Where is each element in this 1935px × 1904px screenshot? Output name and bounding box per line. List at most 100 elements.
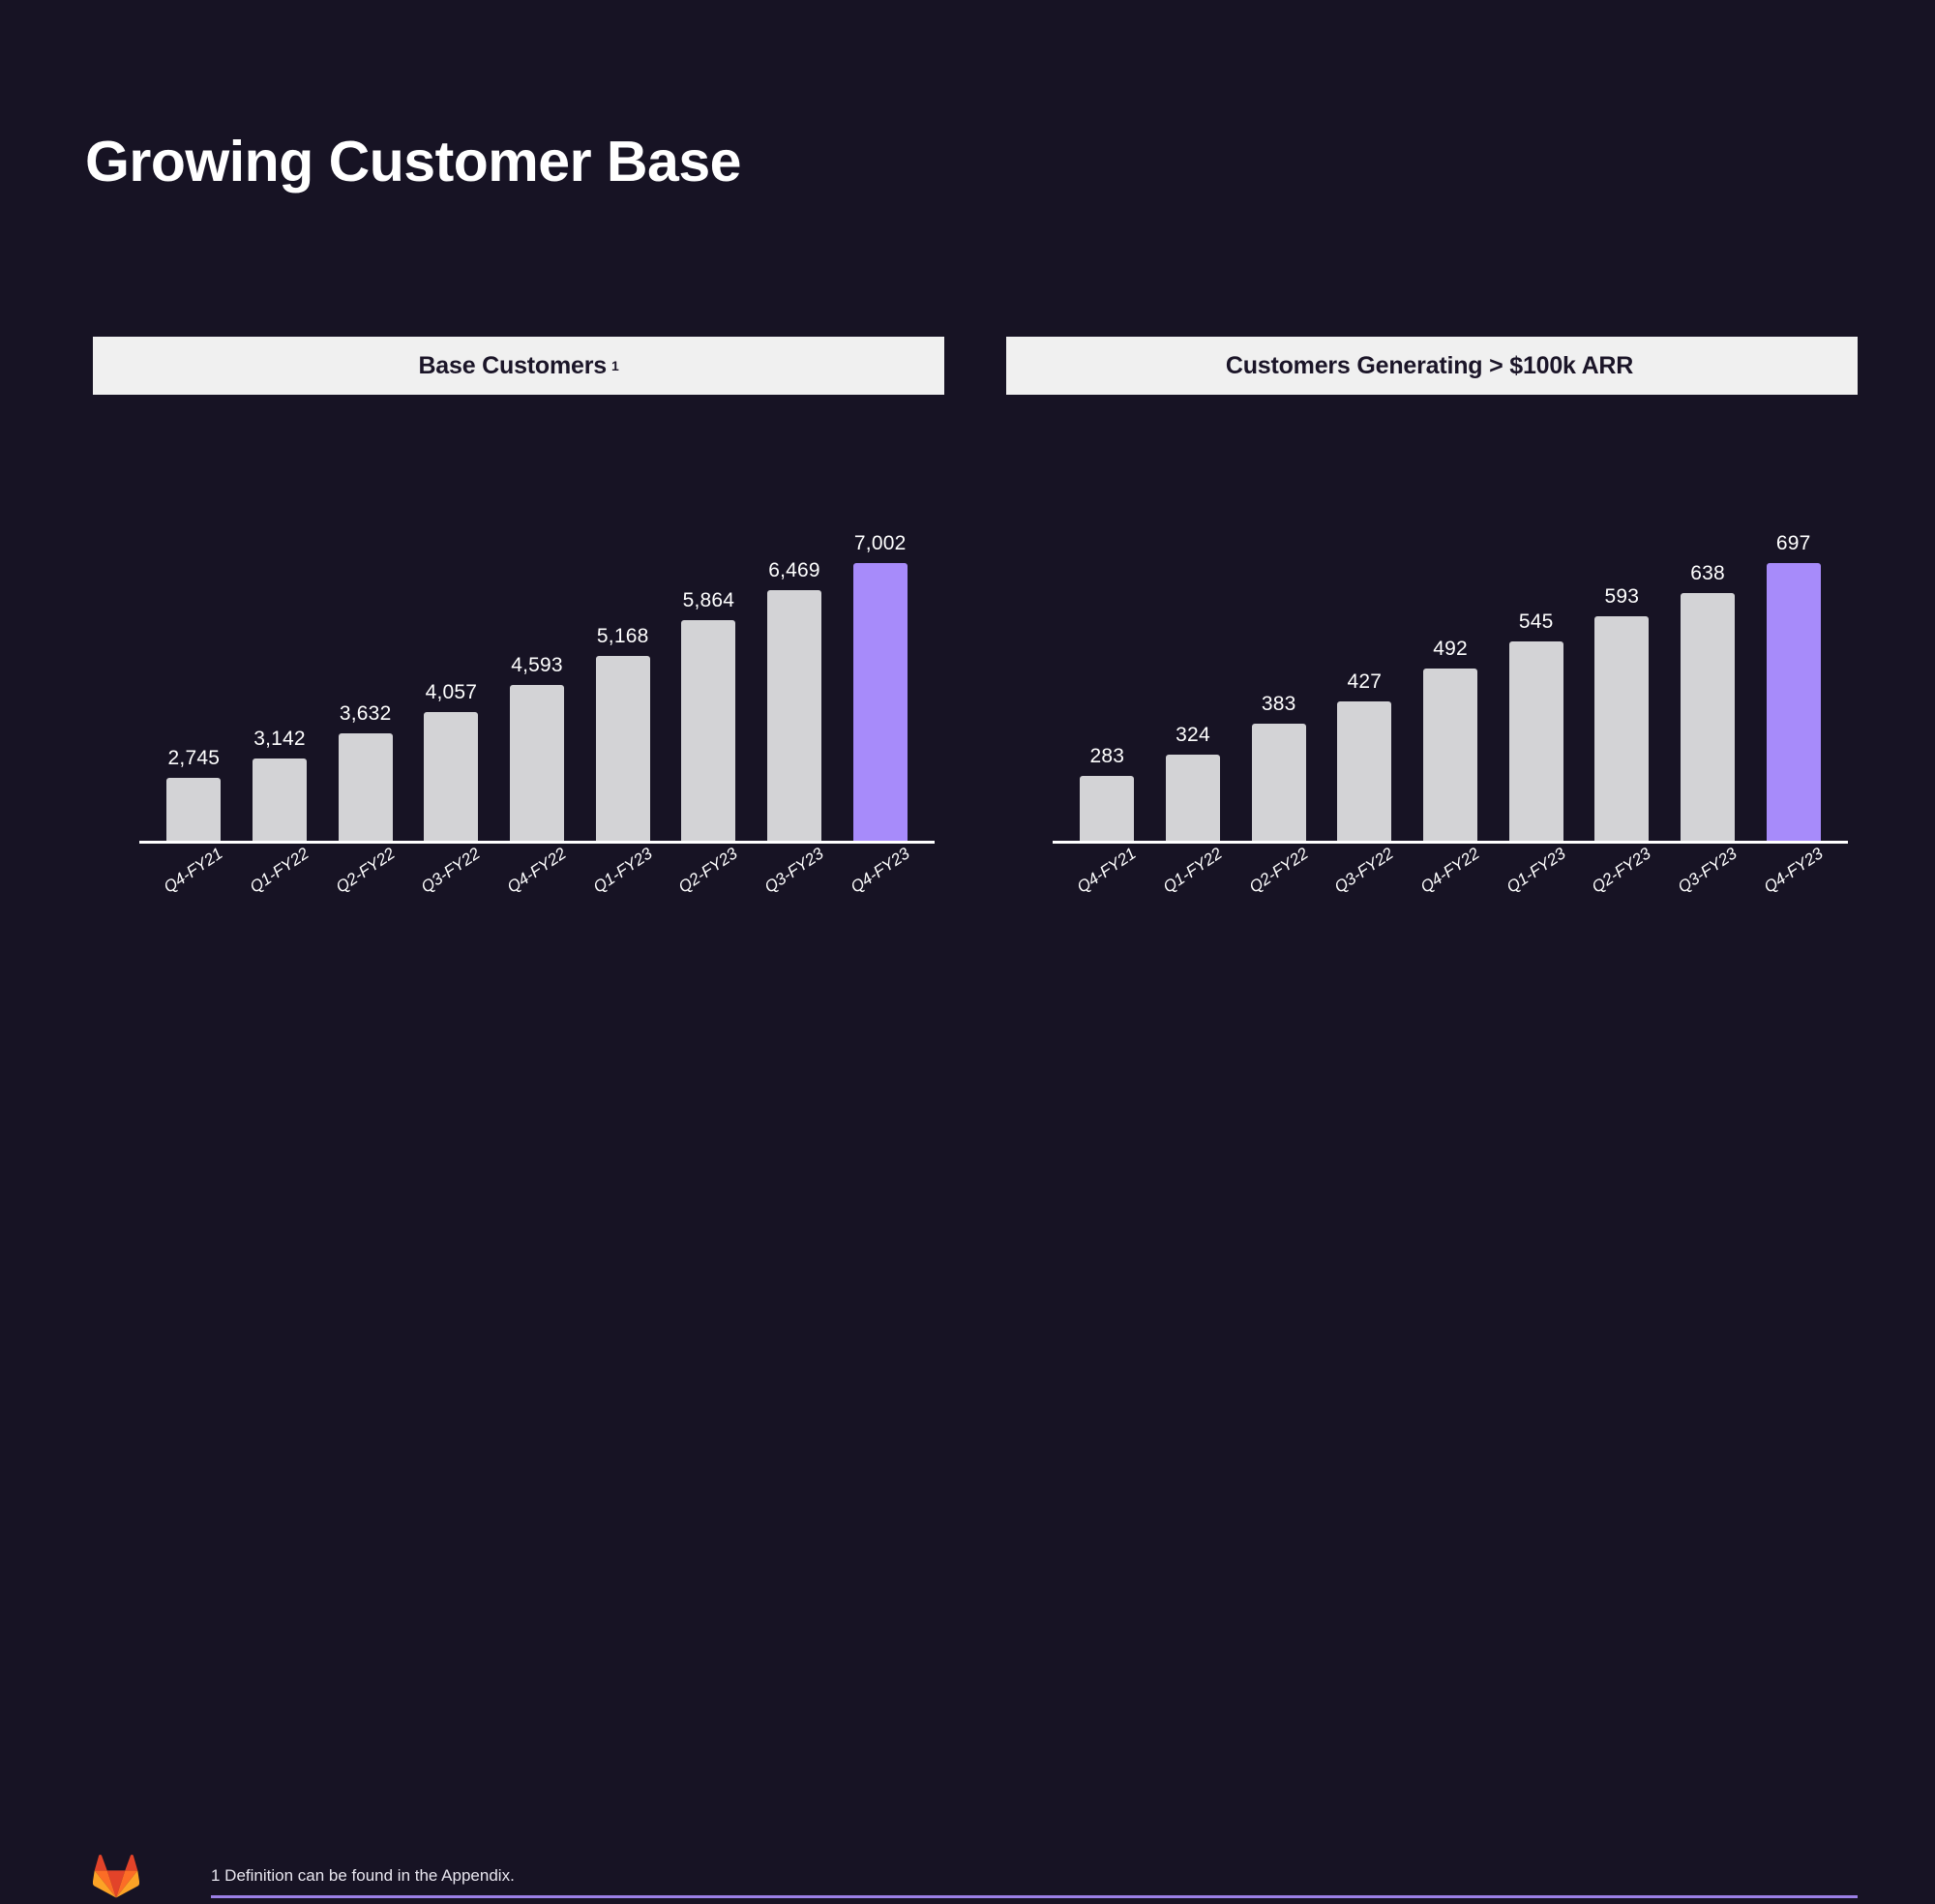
x-axis-line-left: [139, 841, 935, 844]
bar[interactable]: [1337, 701, 1392, 844]
bar[interactable]: [1080, 775, 1135, 844]
bar-wrapper: [1408, 668, 1494, 844]
bar-group-right: 283 324 383 427 492 545 593 638 697: [1064, 437, 1836, 844]
bar[interactable]: [424, 711, 479, 844]
bar-value-label: 545: [1518, 610, 1554, 633]
bar-value-label: 383: [1261, 693, 1296, 716]
bar-column: 492: [1408, 437, 1494, 844]
bar-value-label: 697: [1775, 532, 1811, 554]
bar-wrapper: [1150, 754, 1236, 844]
bar-column: 697: [1750, 437, 1836, 844]
x-axis-tick-label: Q2-FY23: [1589, 844, 1654, 897]
footer-divider: [211, 1895, 1858, 1898]
bar[interactable]: [852, 563, 908, 844]
x-axis-tick-label: Q4-FY21: [161, 844, 226, 897]
bar-wrapper: [580, 655, 666, 844]
bar-value-label: 7,002: [853, 532, 907, 554]
panel-base-customers: Base Customers 1 2,745 3,142 3,632 4,057 4,59…: [93, 337, 944, 897]
bar-wrapper: [1322, 701, 1408, 844]
panel-100k-arr-customers: Customers Generating > $100k ARR 283 324 3…: [1006, 337, 1858, 897]
bar-value-label: 324: [1176, 723, 1210, 746]
panel-header-100k-arr: Customers Generating > $100k ARR: [1006, 337, 1858, 395]
x-axis-tick-label: Q3-FY23: [760, 844, 827, 897]
chart-base-customers: 2,745 3,142 3,632 4,057 4,593 5,168 5,864 6,469…: [93, 437, 944, 897]
bar-wrapper: [1235, 724, 1322, 844]
x-axis-tick-label: Q4-FY23: [1760, 844, 1827, 897]
bar[interactable]: [767, 589, 822, 844]
x-axis-tick-label: Q2-FY22: [332, 844, 399, 897]
slide-root: Growing Customer Base Base Customers 1 2,…: [0, 0, 1935, 1898]
panel-title-text: Base Customers: [418, 351, 607, 379]
x-axis-tick-label: Q4-FY22: [1416, 844, 1483, 897]
x-axis-tick-label: Q4-FY23: [847, 844, 913, 897]
bar-column: 2,745: [151, 437, 237, 844]
bar[interactable]: [338, 733, 393, 844]
bar-value-label: 593: [1604, 585, 1640, 609]
bar-value-label: 427: [1347, 670, 1383, 694]
x-axis-tick-label: Q2-FY23: [675, 844, 741, 897]
bar-wrapper: [322, 733, 408, 844]
gitlab-tanuki-logo: [92, 1855, 140, 1899]
bar-group-left: 2,745 3,142 3,632 4,057 4,593 5,168 5,864 6,469…: [151, 437, 923, 844]
bar-column: 427: [1322, 437, 1408, 844]
bar-wrapper: [837, 563, 923, 844]
bar-column: 324: [1150, 437, 1236, 844]
bar-column: 283: [1064, 437, 1150, 844]
bar-column: 6,469: [752, 437, 838, 844]
x-axis-tick-label: Q3-FY22: [1331, 844, 1397, 897]
bar[interactable]: [1508, 640, 1563, 844]
x-axis-tick-label: Q4-FY22: [503, 844, 570, 897]
page-title: Growing Customer Base: [85, 130, 741, 193]
x-axis-line-right: [1053, 841, 1848, 844]
x-axis-tick-label: Q1-FY22: [1159, 844, 1226, 897]
panel-title-text: Customers Generating > $100k ARR: [1225, 351, 1634, 379]
bar-value-label: 638: [1690, 562, 1725, 585]
bar-column: 3,142: [237, 437, 323, 844]
bar-value-label: 4,593: [511, 653, 563, 676]
bar[interactable]: [1423, 668, 1478, 844]
bar[interactable]: [595, 655, 650, 844]
bar-column: 545: [1493, 437, 1579, 844]
bar-wrapper: [1579, 616, 1665, 844]
bar-column: 4,057: [408, 437, 494, 844]
bar-value-label: 3,632: [339, 702, 392, 726]
bar-value-label: 283: [1089, 744, 1125, 767]
bar-column: 4,593: [494, 437, 580, 844]
bar-wrapper: [1665, 593, 1751, 844]
bar-wrapper: [666, 620, 752, 844]
bar-column: 7,002: [837, 437, 923, 844]
bar[interactable]: [166, 778, 222, 844]
bar-column: 5,864: [666, 437, 752, 844]
bar-column: 593: [1579, 437, 1665, 844]
x-axis-tick-label: Q4-FY21: [1074, 844, 1140, 897]
bar[interactable]: [1594, 616, 1650, 844]
x-axis-tick-label: Q1-FY23: [1503, 844, 1569, 897]
bar[interactable]: [1251, 724, 1306, 844]
x-axis-tick-label: Q3-FY22: [418, 844, 484, 897]
bar-wrapper: [408, 711, 494, 844]
x-axis-tick-label: Q2-FY22: [1245, 844, 1312, 897]
footnote-marker: 1: [610, 358, 619, 373]
x-axis-tick-label: Q1-FY22: [246, 844, 313, 897]
bar-wrapper: [237, 758, 323, 844]
bar[interactable]: [1681, 593, 1736, 844]
x-axis-tick-label: Q1-FY23: [589, 844, 656, 897]
bar-wrapper: [1064, 775, 1150, 844]
bar[interactable]: [253, 758, 307, 844]
bar[interactable]: [510, 684, 565, 844]
bar-column: 383: [1235, 437, 1322, 844]
bar-value-label: 492: [1433, 637, 1468, 660]
x-axis-tick-label: Q3-FY23: [1674, 844, 1741, 897]
chart-100k-arr-customers: 283 324 383 427 492 545 593 638 697 Q4-FY21 Q1-FY…: [1006, 437, 1858, 897]
bar-column: 5,168: [580, 437, 666, 844]
bar[interactable]: [681, 620, 736, 844]
bar-value-label: 3,142: [253, 727, 306, 750]
bar[interactable]: [1766, 563, 1821, 844]
bar-wrapper: [151, 778, 237, 844]
bar-wrapper: [752, 589, 838, 844]
bar[interactable]: [1166, 754, 1220, 844]
bar-value-label: 5,168: [596, 624, 649, 647]
bar-value-label: 6,469: [768, 558, 820, 581]
slide-footer: 1 Definition can be found in the Appendi…: [0, 895, 1935, 1898]
bar-column: 638: [1665, 437, 1751, 844]
